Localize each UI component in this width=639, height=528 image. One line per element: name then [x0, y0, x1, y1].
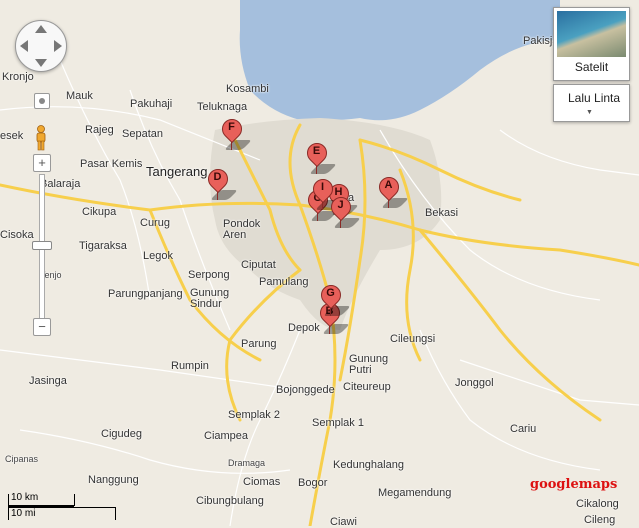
map-marker-f[interactable]: F [217, 114, 252, 152]
place-semplak1: Semplak 1 [312, 417, 364, 429]
zoom-out-button[interactable]: − [33, 318, 51, 336]
place-cikalong: Cikalong [576, 498, 619, 510]
satellite-thumbnail [557, 11, 626, 57]
marker-label: I [320, 181, 325, 193]
traffic-label: Lalu Linta [568, 91, 621, 105]
pegman-icon[interactable] [33, 125, 49, 151]
place-rumpin: Rumpin [171, 360, 209, 372]
place-balaraja: Balaraja [40, 178, 81, 190]
place-parung: Parung [241, 338, 277, 350]
place-gunungsindur: Gunung Sindur [190, 287, 230, 310]
place-teluknaga: Teluknaga [197, 101, 248, 113]
place-ciputat: Ciputat [241, 259, 276, 271]
traffic-dropdown[interactable]: Lalu Linta ▼ [553, 84, 630, 122]
chevron-down-icon: ▼ [586, 109, 593, 116]
map-marker-j[interactable]: J [326, 192, 361, 230]
place-cikupa: Cikupa [82, 206, 117, 218]
zoom-in-button[interactable]: + [33, 154, 51, 172]
marker-label: A [384, 179, 393, 191]
place-ciampea: Ciampea [204, 430, 249, 442]
place-ciomas: Ciomas [243, 476, 281, 488]
zoom-slider-handle[interactable] [32, 241, 52, 250]
place-kedunghalang: Kedunghalang [333, 459, 404, 471]
map-marker-g[interactable]: G [316, 280, 351, 318]
place-bogor: Bogor [298, 477, 328, 489]
place-gunungputri: Gunung Putri [349, 353, 389, 376]
place-kosambi: Kosambi [226, 83, 269, 95]
place-cipanas: Cipanas [5, 454, 39, 464]
place-cariu: Cariu [510, 423, 537, 435]
map-canvas[interactable]: Pakisja Kronjo Kosambi Mauk Pakuhaji Teluknag… [0, 0, 639, 528]
marker-label: J [337, 199, 344, 211]
place-pamulang: Pamulang [259, 276, 309, 288]
place-rajeg: Rajeg [85, 124, 114, 136]
marker-label: D [213, 171, 222, 183]
scale-tick-mi [115, 507, 116, 520]
place-legok: Legok [143, 250, 173, 262]
place-bojonggede: Bojonggede [276, 384, 335, 396]
place-pondokaren: Pondok Aren [223, 218, 261, 241]
map-marker-a[interactable]: A [374, 172, 409, 210]
place-cilengkong: Cileng [584, 514, 616, 526]
pan-control[interactable] [15, 20, 67, 72]
place-dramaga: Dramaga [228, 458, 266, 468]
place-jasinga: Jasinga [29, 375, 67, 387]
place-pasarkemis: Pasar Kemis [80, 158, 143, 170]
place-tangerang: Tangerang [146, 164, 208, 179]
marker-label: F [228, 121, 235, 133]
scale-tick-km [74, 494, 75, 506]
place-cibungbulang: Cibungbulang [196, 495, 264, 507]
place-ciawi: Ciawi [330, 516, 357, 528]
place-parungpanjang: Parungpanjang [108, 288, 183, 300]
place-mauk: Mauk [66, 90, 93, 102]
place-sepatan: Sepatan [122, 128, 163, 140]
marker-label: E [312, 145, 321, 157]
place-esek: esek [0, 130, 24, 142]
place-nanggung: Nanggung [88, 474, 139, 486]
place-citeureup: Citeureup [343, 381, 391, 393]
place-bekasi: Bekasi [425, 207, 459, 219]
place-semplak2: Semplak 2 [228, 409, 280, 421]
pan-left-icon[interactable] [20, 40, 28, 52]
marker-label: G [326, 287, 335, 299]
place-cisoka: Cisoka [0, 229, 34, 241]
brand-watermark: googlemaps [530, 477, 618, 492]
place-serpong: Serpong [188, 269, 230, 281]
scale-mi-label: 10 mi [11, 508, 36, 519]
pan-up-icon[interactable] [35, 25, 47, 33]
scale-km-label: 10 km [11, 492, 39, 503]
scale-bar: 10 km 10 mi [5, 492, 125, 522]
map-marker-e[interactable]: E [302, 138, 337, 176]
satellite-button[interactable]: Satelit [553, 7, 630, 81]
place-curug: Curug [140, 217, 170, 229]
map-base [0, 0, 639, 526]
place-megamendung: Megamendung [378, 487, 452, 499]
place-kronjo: Kronjo [2, 71, 34, 83]
pan-right-icon[interactable] [54, 40, 62, 52]
map-marker-d[interactable]: D [203, 164, 238, 202]
place-jonggol: Jonggol [455, 377, 494, 389]
satellite-label: Satelit [574, 60, 609, 74]
place-tigaraksa: Tigaraksa [79, 240, 127, 252]
place-cileungsi: Cileungsi [390, 333, 436, 345]
place-pakuhaji: Pakuhaji [130, 98, 173, 110]
pan-down-icon[interactable] [35, 59, 47, 67]
place-depok: Depok [288, 322, 320, 334]
place-cigudeg: Cigudeg [101, 428, 142, 440]
reset-view-icon[interactable] [34, 93, 50, 109]
